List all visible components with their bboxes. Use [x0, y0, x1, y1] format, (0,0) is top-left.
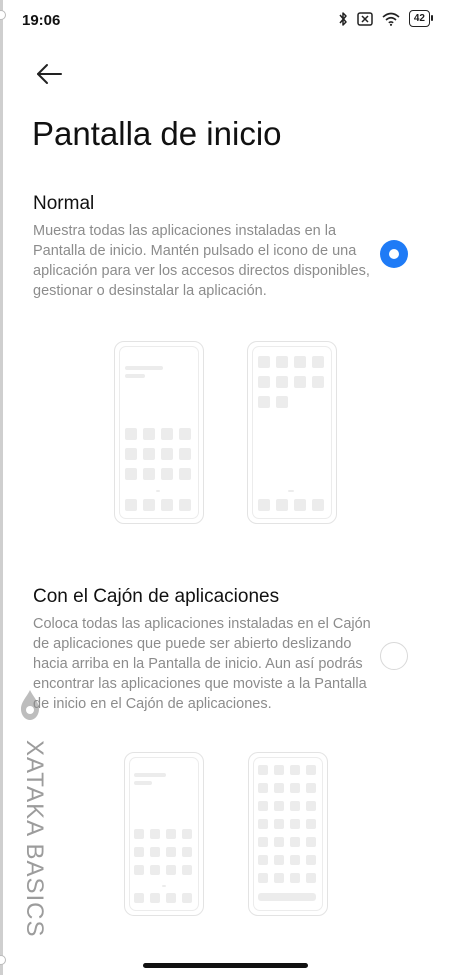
option-normal-description: Muestra todas las aplicaciones instalada…	[33, 223, 370, 299]
sim-off-icon	[357, 11, 373, 26]
battery-icon: 42	[408, 10, 434, 27]
gesture-nav-bar[interactable]	[143, 963, 308, 968]
status-bar: 19:06 42	[0, 0, 450, 40]
back-button[interactable]	[34, 60, 64, 88]
status-time: 19:06	[22, 12, 61, 29]
option-normal-radio[interactable]	[380, 240, 408, 268]
rail-dot-bottom	[0, 955, 6, 965]
bluetooth-icon	[339, 11, 347, 26]
wifi-icon	[382, 12, 400, 26]
page-title: Pantalla de inicio	[32, 115, 282, 152]
illustration-normal-phone-1	[114, 341, 204, 524]
illustration-drawer-phone-1	[124, 752, 204, 916]
option-normal-title[interactable]: Normal	[33, 193, 94, 215]
option-drawer-description: Coloca todas las aplicaciones instaladas…	[33, 616, 371, 712]
arrow-left-icon	[37, 64, 62, 84]
illustration-normal-phone-2	[247, 341, 337, 524]
watermark-text: XATAKA BASICS	[21, 740, 48, 938]
option-drawer-title[interactable]: Con el Cajón de aplicaciones	[33, 586, 279, 608]
status-icons: 42	[338, 10, 434, 27]
illustration-drawer-phone-2	[248, 752, 328, 916]
option-drawer-radio[interactable]	[380, 642, 408, 670]
watermark-rail	[0, 0, 6, 975]
